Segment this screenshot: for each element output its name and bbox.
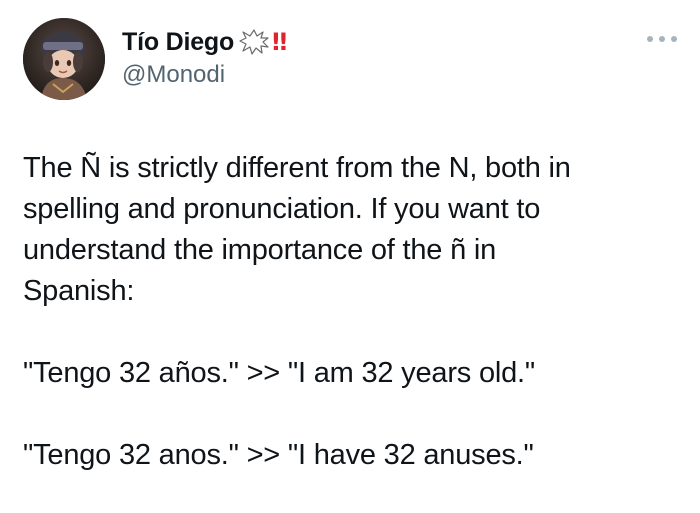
tweet-example-2: "Tengo 32 anos." >> "I have 32 anuses." xyxy=(23,439,534,471)
double-exclamation-icon: ‼ xyxy=(272,28,289,56)
tweet-line: Spanish: xyxy=(23,275,135,307)
author-name-row: Tío Diego ‼ xyxy=(122,25,288,59)
dot xyxy=(647,36,653,42)
tweet-line: The Ñ is strictly different from the N, … xyxy=(23,152,571,184)
tweet-text: The Ñ is strictly different from the N, … xyxy=(23,148,683,476)
tweet-card: Tío Diego ‼ @Monodi The Ñ is strictly di… xyxy=(0,0,700,513)
user-handle[interactable]: @Monodi xyxy=(122,61,225,89)
tweet-line: spelling and pronunciation. If you want … xyxy=(23,193,541,225)
tweet-example-1: "Tengo 32 años." >> "I am 32 years old." xyxy=(23,357,535,389)
dot xyxy=(659,36,665,42)
tweet-line: understand the importance of the ñ in xyxy=(23,234,497,266)
anger-speech-bubble-icon xyxy=(239,29,269,55)
avatar[interactable] xyxy=(23,18,105,100)
dot xyxy=(671,36,677,42)
more-horizontal-icon[interactable] xyxy=(647,32,677,46)
display-name[interactable]: Tío Diego xyxy=(122,28,234,57)
